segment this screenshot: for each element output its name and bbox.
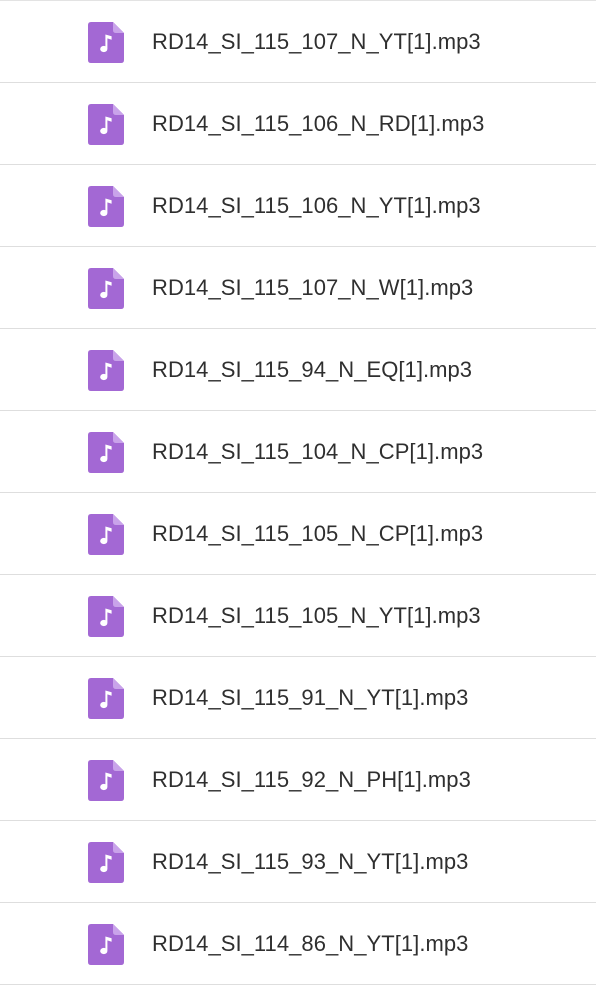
file-name: RD14_SI_115_107_N_YT[1].mp3 <box>152 29 481 54</box>
file-name: RD14_SI_115_105_N_CP[1].mp3 <box>152 521 484 546</box>
music-file-icon <box>88 350 124 391</box>
file-row[interactable]: RD14_SI_115_93_N_YT[1].mp3 <box>0 821 596 903</box>
file-name: RD14_SI_115_106_N_YT[1].mp3 <box>152 193 481 218</box>
file-name: RD14_SI_115_104_N_CP[1].mp3 <box>152 439 484 464</box>
music-file-icon <box>88 596 124 637</box>
music-file-icon <box>88 268 124 309</box>
file-name: RD14_SI_115_93_N_YT[1].mp3 <box>152 849 469 874</box>
music-file-icon <box>88 22 124 63</box>
file-name: RD14_SI_115_107_N_W[1].mp3 <box>152 275 474 300</box>
music-file-icon <box>88 842 124 883</box>
file-row[interactable]: RD14_SI_114_86_N_YT[1].mp3 <box>0 903 596 985</box>
file-row[interactable]: RD14_SI_115_105_N_YT[1].mp3 <box>0 575 596 657</box>
music-file-icon <box>88 678 124 719</box>
file-row[interactable]: RD14_SI_115_104_N_CP[1].mp3 <box>0 411 596 493</box>
music-file-icon <box>88 514 124 555</box>
music-file-icon <box>88 760 124 801</box>
file-name: RD14_SI_115_106_N_RD[1].mp3 <box>152 111 485 136</box>
file-row[interactable]: RD14_SI_115_106_N_YT[1].mp3 <box>0 165 596 247</box>
music-file-icon <box>88 432 124 473</box>
file-row[interactable]: RD14_SI_115_105_N_CP[1].mp3 <box>0 493 596 575</box>
music-file-icon <box>88 104 124 145</box>
file-row[interactable]: RD14_SI_115_106_N_RD[1].mp3 <box>0 83 596 165</box>
file-row[interactable]: RD14_SI_115_107_N_YT[1].mp3 <box>0 1 596 83</box>
file-row[interactable]: RD14_SI_115_92_N_PH[1].mp3 <box>0 739 596 821</box>
music-file-icon <box>88 186 124 227</box>
file-name: RD14_SI_114_86_N_YT[1].mp3 <box>152 931 469 956</box>
file-name: RD14_SI_115_94_N_EQ[1].mp3 <box>152 357 473 382</box>
file-row[interactable]: RD14_SI_115_107_N_W[1].mp3 <box>0 247 596 329</box>
file-row[interactable]: RD14_SI_115_91_N_YT[1].mp3 <box>0 657 596 739</box>
music-file-icon <box>88 924 124 965</box>
file-list: RD14_SI_115_107_N_YT[1].mp3 RD14_SI_115_1… <box>0 0 596 985</box>
file-name: RD14_SI_115_92_N_PH[1].mp3 <box>152 767 471 792</box>
file-name: RD14_SI_115_91_N_YT[1].mp3 <box>152 685 469 710</box>
file-name: RD14_SI_115_105_N_YT[1].mp3 <box>152 603 481 628</box>
file-row[interactable]: RD14_SI_115_94_N_EQ[1].mp3 <box>0 329 596 411</box>
